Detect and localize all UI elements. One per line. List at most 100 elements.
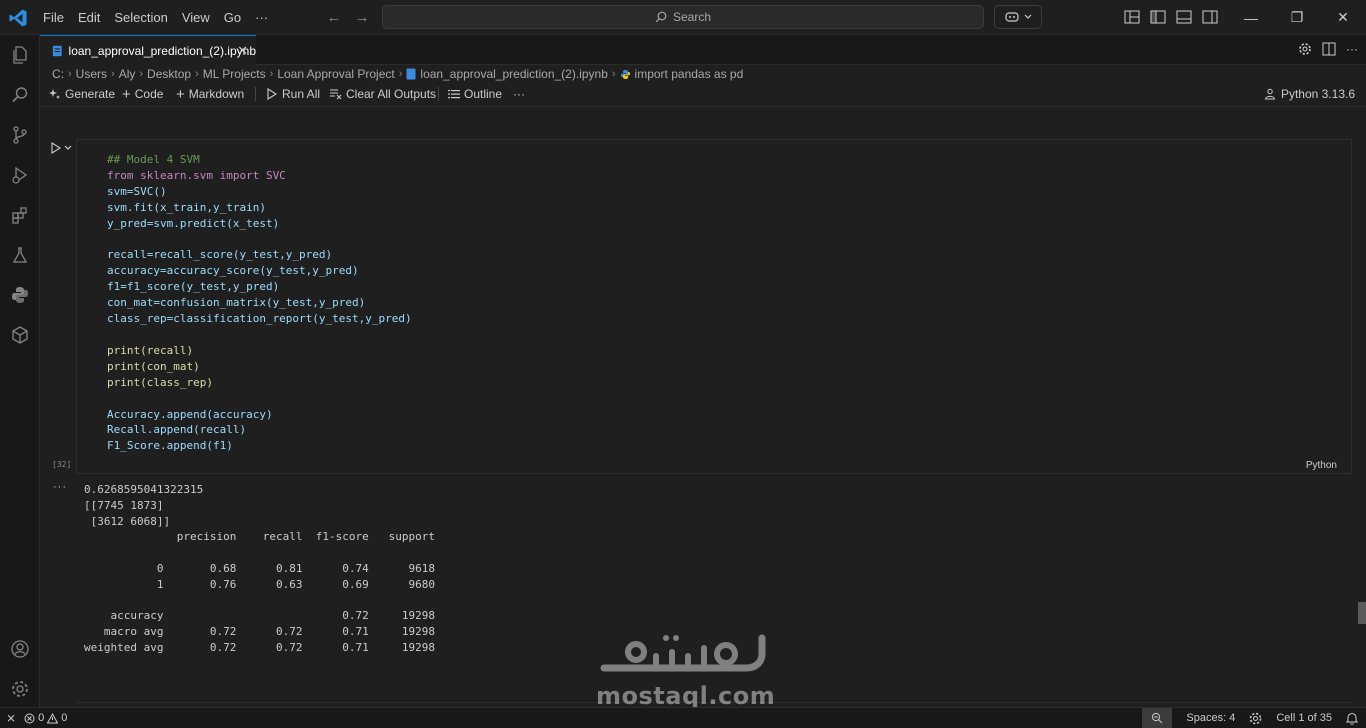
warning-icon (47, 712, 59, 723)
kernel-icon (1264, 88, 1276, 100)
output-line: 1 0.76 0.63 0.69 9680 (84, 577, 435, 591)
problems-indicator[interactable]: 0 0 (24, 712, 67, 724)
breadcrumb-drive[interactable]: C: (52, 67, 64, 81)
breadcrumb-users[interactable]: Users (76, 67, 107, 81)
clear-outputs-label: Clear All Outputs (346, 87, 437, 101)
cell-output: 0.6268595041322315 [[7745 1873] [3612 606… (84, 482, 435, 656)
run-cell-icon[interactable] (50, 142, 62, 154)
copilot-button[interactable] (994, 5, 1042, 29)
output-line: precision recall f1-score support (84, 530, 435, 544)
breadcrumb-separator-icon: › (139, 68, 144, 80)
more-actions-icon[interactable]: ··· (1346, 42, 1358, 56)
restore-icon[interactable]: ❐ (1274, 0, 1320, 35)
menu-selection[interactable]: Selection (107, 10, 174, 25)
menu-file[interactable]: File (36, 10, 71, 25)
close-window-icon[interactable]: ✕ (1320, 0, 1366, 35)
kernel-label: Python 3.13.6 (1280, 87, 1355, 101)
menu-view[interactable]: View (175, 10, 217, 25)
output-line: 0 0.68 0.81 0.74 9618 (84, 561, 435, 575)
status-bar: ⨯ 0 0 Spaces: 4 Cell 1 of 35 (0, 707, 1366, 728)
notifications-bell-icon[interactable] (1346, 712, 1358, 725)
plus-icon: + (122, 85, 131, 103)
remote-icon[interactable]: ⨯ (6, 711, 16, 725)
code-line: print(class_rep) (107, 375, 213, 389)
add-code-cell-button[interactable]: + Code (122, 84, 163, 104)
kernel-picker[interactable]: Python 3.13.6 (1264, 84, 1355, 104)
menu-go[interactable]: Go (217, 10, 248, 25)
breadcrumb-file[interactable]: loan_approval_prediction_(2).ipynb (420, 67, 607, 81)
output-line: 0.6268595041322315 (84, 483, 204, 496)
split-editor-icon[interactable] (1322, 42, 1336, 56)
back-arrow-icon[interactable]: ← (326, 8, 342, 26)
warning-count: 0 (61, 712, 68, 724)
menu-more[interactable]: ··· (248, 10, 275, 25)
run-debug-icon[interactable] (0, 155, 40, 195)
command-center-search[interactable]: Search (382, 5, 984, 29)
outline-button[interactable]: Outline (448, 84, 502, 104)
forward-arrow-icon[interactable]: → (354, 8, 370, 26)
code-line: ## Model 4 SVM (107, 153, 200, 166)
customize-layout-icon[interactable] (1124, 8, 1140, 26)
output-actions-icon[interactable]: ··· (53, 481, 67, 493)
notebook-toolbar: Generate + Code + Markdown Run All Clear… (40, 84, 1366, 104)
breadcrumb-ml-projects[interactable]: ML Projects (203, 67, 266, 81)
indentation-status[interactable]: Spaces: 4 (1186, 712, 1235, 724)
clear-outputs-button[interactable]: Clear All Outputs (329, 84, 436, 104)
toggle-primary-sidebar-icon[interactable] (1150, 8, 1166, 26)
toggle-panel-icon[interactable] (1176, 8, 1192, 26)
code-line: class_rep=classification_report(y_test,y… (107, 312, 412, 326)
generate-button[interactable]: Generate (49, 84, 115, 104)
code-line: f1=f1_score(y_test,y_pred) (107, 280, 280, 294)
activity-bar (0, 35, 40, 707)
add-markdown-cell-button[interactable]: + Markdown (176, 84, 244, 104)
account-icon[interactable] (0, 629, 40, 669)
list-icon (448, 90, 460, 99)
breadcrumb-user[interactable]: Aly (119, 67, 136, 81)
code-line: print(con_mat) (107, 359, 200, 373)
toolbar-divider (255, 87, 256, 101)
code-line: recall=recall_score(y_test,y_pred) (107, 248, 333, 262)
output-line: [3612 6068]] (84, 514, 171, 528)
code-label: Code (134, 87, 164, 101)
error-icon (24, 713, 35, 723)
chevron-down-icon[interactable] (64, 145, 72, 151)
title-bar: File Edit Selection View Go ··· ← → Sear… (0, 0, 1366, 35)
source-control-icon[interactable] (0, 115, 40, 155)
breadcrumb-desktop[interactable]: Desktop (147, 67, 191, 81)
toggle-secondary-sidebar-icon[interactable] (1202, 8, 1218, 26)
tab-settings-gear-icon[interactable] (1298, 42, 1312, 56)
output-line: macro avg 0.72 0.72 0.71 19298 (84, 625, 435, 639)
notebook-file-icon (406, 68, 416, 80)
zoom-icon[interactable] (1142, 708, 1173, 728)
close-tab-icon[interactable]: ✕ (237, 43, 248, 59)
run-all-label: Run All (282, 87, 321, 101)
code-line: svm.fit(x_train,y_train) (107, 200, 266, 214)
editor-tab-bar: loan_approval_prediction_(2).ipynb ✕ ··· (40, 35, 1366, 65)
breadcrumb-separator-icon: › (611, 68, 616, 80)
toolbar-more-button[interactable]: ··· (513, 84, 525, 104)
cell-language-picker[interactable]: Python (1306, 460, 1337, 471)
menu-edit[interactable]: Edit (71, 10, 107, 25)
search-sidebar-icon[interactable] (0, 75, 40, 115)
explorer-icon[interactable] (0, 35, 40, 75)
breadcrumb-project[interactable]: Loan Approval Project (277, 67, 394, 81)
python-icon[interactable] (0, 275, 40, 315)
containers-icon[interactable] (0, 315, 40, 355)
testing-flask-icon[interactable] (0, 235, 40, 275)
notebook-settings-icon[interactable] (1249, 712, 1262, 725)
breadcrumb-cell[interactable]: import pandas as pd (635, 67, 744, 81)
code-cell-editor[interactable]: ## Model 4 SVM from sklearn.svm import SV… (76, 139, 1352, 474)
tab-notebook[interactable]: loan_approval_prediction_(2).ipynb ✕ (40, 35, 256, 65)
output-line: [[7745 1873] (84, 498, 164, 512)
settings-gear-icon[interactable] (0, 669, 40, 709)
extensions-icon[interactable] (0, 195, 40, 235)
cell-position-status[interactable]: Cell 1 of 35 (1276, 712, 1332, 724)
scrollbar-thumb[interactable] (1358, 602, 1366, 624)
minimize-icon[interactable]: — (1228, 0, 1274, 35)
chevron-down-icon (1024, 14, 1032, 19)
run-all-button[interactable]: Run All (266, 84, 320, 104)
search-icon (655, 11, 667, 23)
code-content[interactable]: ## Model 4 SVM from sklearn.svm import SV… (107, 152, 412, 454)
